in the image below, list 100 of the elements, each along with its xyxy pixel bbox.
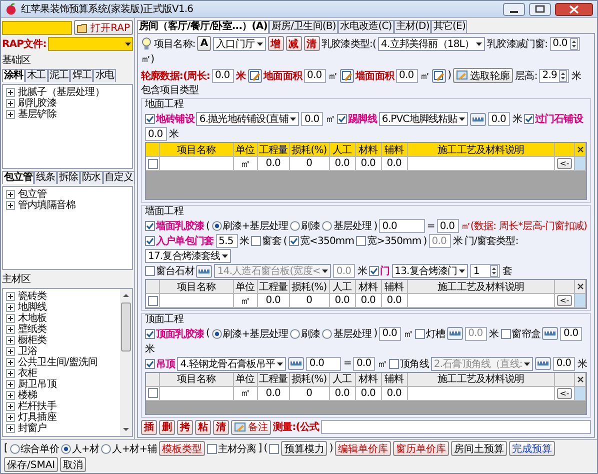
tab[interactable]: 木工 — [24, 69, 48, 82]
checkbox[interactable] — [269, 444, 280, 454]
checkbox[interactable] — [206, 444, 217, 454]
tree-item[interactable]: 瓷砖类 — [18, 291, 47, 302]
tree-item[interactable]: 公共卫生间/盥洗间 — [18, 357, 98, 368]
checkbox[interactable] — [145, 236, 155, 246]
checkbox-label[interactable]: 宽>350mm — [367, 234, 422, 248]
tool-button[interactable]: 增 — [268, 36, 284, 51]
expand-icon[interactable] — [6, 336, 15, 345]
insert-button[interactable]: <- — [556, 295, 572, 306]
checkbox-label[interactable]: 主材分离 — [218, 442, 256, 456]
spinner-icon[interactable] — [570, 38, 578, 50]
radio-label[interactable]: 刷漆 — [301, 219, 320, 234]
tool-button[interactable]: 窗历单价库 — [392, 441, 449, 456]
checkbox-label[interactable]: 墙面乳胶漆 — [156, 219, 204, 234]
tab[interactable]: 房间（客厅/餐厅/卧室...）(A) — [137, 20, 270, 33]
tab[interactable]: 泥工 — [48, 69, 70, 82]
checkbox[interactable] — [288, 236, 299, 246]
tree-item[interactable]: 厨卫吊顶 — [18, 379, 56, 390]
tab[interactable]: 厨房/卫生间(B) — [269, 20, 338, 33]
insert-button[interactable]: <- — [556, 388, 572, 399]
tab[interactable]: 水电改造(C) — [338, 20, 394, 33]
radio-label[interactable]: 刷漆+基层处理 — [222, 219, 288, 234]
checkbox[interactable] — [337, 114, 348, 124]
checkbox[interactable] — [251, 236, 262, 246]
tree-item[interactable]: 管内填隔音棉 — [18, 200, 76, 210]
expand-icon[interactable] — [6, 380, 15, 389]
spin-field[interactable]: 1 — [470, 264, 500, 278]
tab[interactable]: 自定义 — [102, 170, 135, 184]
input-field[interactable]: 0.0 — [379, 219, 425, 234]
input-field[interactable]: 0.0 — [488, 112, 510, 126]
checkbox[interactable] — [356, 236, 366, 246]
checkbox[interactable] — [524, 114, 534, 124]
dropdown[interactable]: 17.复合烤漆套线 — [145, 249, 232, 264]
tool-button[interactable]: 插 — [141, 420, 157, 435]
input-field[interactable] — [321, 420, 591, 434]
tool-button[interactable]: 模板类型 — [158, 441, 205, 456]
tree-item[interactable]: 木地板 — [18, 313, 47, 324]
radio-label[interactable]: 人+材+辅 — [112, 442, 157, 456]
tool-button[interactable]: 编辑单价库 — [334, 441, 391, 456]
spin-field[interactable]: 0.0 — [550, 36, 580, 50]
expand-icon[interactable] — [6, 391, 15, 400]
ruler-icon[interactable] — [196, 264, 212, 278]
checkbox-label[interactable]: 顶面乳胶漆 — [156, 326, 204, 341]
expand-icon[interactable] — [6, 347, 15, 356]
edit-icon[interactable] — [432, 68, 446, 82]
radio-button[interactable] — [212, 328, 222, 339]
tree-item[interactable]: 批腻子（基层处理） — [18, 87, 104, 98]
tree-item[interactable]: 包立管 — [18, 188, 47, 200]
scrollbar[interactable] — [120, 289, 132, 436]
tool-button[interactable]: 房间土预算 — [450, 441, 507, 456]
insert-button[interactable]: <- — [556, 158, 572, 169]
dropdown[interactable]: 4.轻钢龙骨石膏板吊平 — [177, 356, 286, 371]
spin-field[interactable]: 2.9 — [539, 68, 570, 82]
expand-icon[interactable] — [6, 325, 15, 334]
tab[interactable]: 拆除 — [57, 170, 80, 184]
tool-button[interactable]: 删 — [159, 420, 175, 435]
input-field[interactable]: 0.0 — [301, 112, 324, 126]
expand-icon[interactable] — [6, 358, 15, 367]
tree-item[interactable]: 封窗户 — [18, 423, 47, 434]
checkbox-label[interactable]: 吊顶 — [156, 356, 176, 371]
tab[interactable]: 包立管 — [2, 170, 34, 184]
expand-icon[interactable] — [6, 110, 15, 119]
radio-label[interactable]: 刷漆 — [301, 326, 320, 341]
radio-button[interactable] — [322, 328, 332, 339]
tree-item[interactable]: 基层铲除 — [18, 109, 56, 120]
checkbox-label[interactable]: 入户单包门套 — [156, 234, 214, 248]
input-field[interactable]: 0.0 — [353, 356, 376, 371]
expand-icon[interactable] — [6, 88, 15, 97]
tree-item[interactable]: 栏杆扶手 — [18, 401, 56, 412]
tool-button[interactable]: 清 — [304, 36, 320, 51]
tool-button[interactable]: 预算模力 — [281, 441, 328, 456]
spinner-icon[interactable] — [490, 265, 498, 278]
input-field[interactable]: 5.5 — [216, 234, 238, 248]
tool-button[interactable]: 取消 — [60, 457, 86, 472]
radio-button[interactable] — [212, 221, 222, 232]
input-field[interactable]: 0.0 — [436, 219, 459, 234]
checkbox-label[interactable]: 过门石铺设 — [534, 112, 583, 126]
expand-icon[interactable] — [6, 99, 15, 108]
radio-button[interactable] — [290, 328, 300, 339]
expand-icon[interactable] — [6, 190, 15, 198]
dropdown[interactable]: 4.立邦美得丽（18L） — [378, 36, 486, 50]
radio-label[interactable]: 人+材 — [72, 442, 100, 456]
checkbox[interactable] — [145, 358, 155, 369]
input-field[interactable]: 0.0 — [306, 356, 342, 371]
tool-button[interactable]: 粘 — [195, 420, 211, 435]
ruler-icon[interactable] — [470, 112, 486, 126]
tree-item[interactable]: 楼梯 — [18, 390, 38, 401]
tree-item[interactable]: 刷乳胶漆 — [18, 98, 56, 109]
checkbox-label[interactable]: 宽<350mm — [300, 234, 354, 248]
expand-icon[interactable] — [6, 303, 15, 312]
radio-button[interactable] — [60, 444, 71, 454]
tab[interactable]: 线条 — [34, 170, 58, 184]
close-icon[interactable] — [576, 146, 584, 153]
tool-button[interactable]: 拷 — [177, 420, 193, 435]
tree-item[interactable]: 衣柜 — [18, 368, 38, 379]
expand-icon[interactable] — [6, 292, 15, 301]
dropdown[interactable]: 6.抛光地砖铺设(直铺 — [196, 112, 300, 126]
expand-icon[interactable] — [6, 413, 15, 422]
checkbox-label[interactable]: 顶角线 — [400, 356, 429, 371]
